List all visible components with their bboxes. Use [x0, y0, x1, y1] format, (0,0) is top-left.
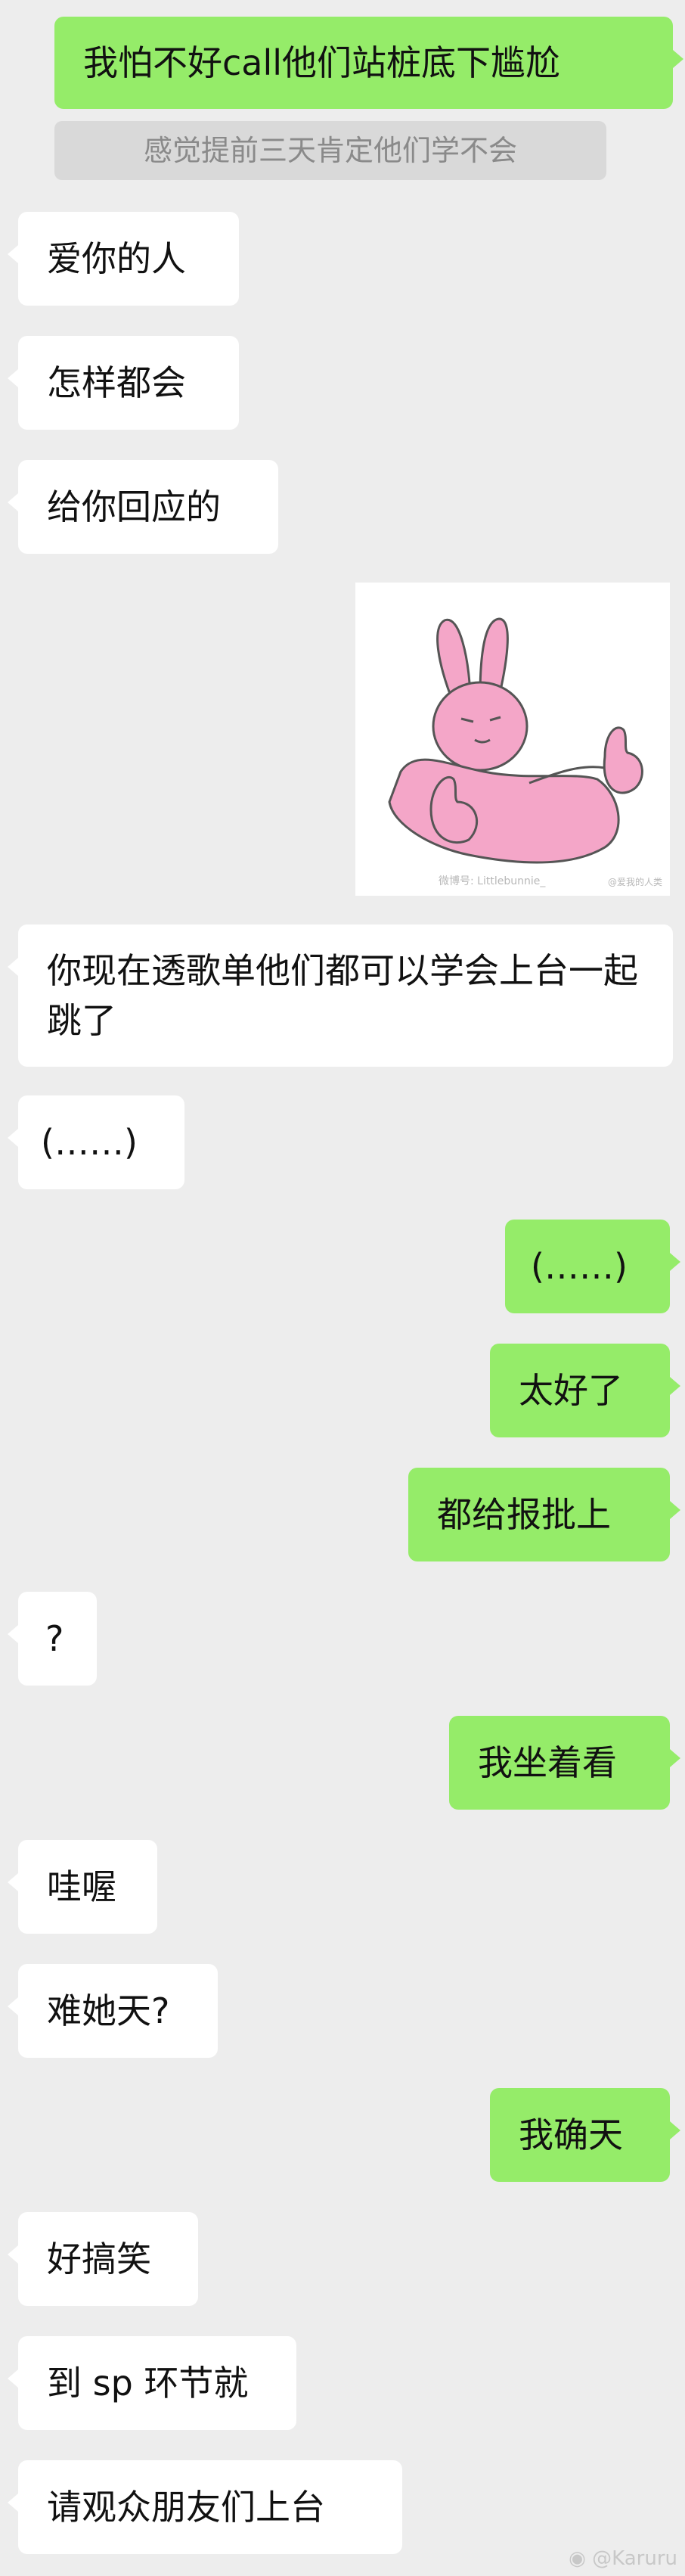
quoted-reply[interactable]: 感觉提前三天肯定他们学不会 — [54, 121, 606, 180]
incoming-message[interactable]: 给你回应的 — [8, 460, 278, 554]
incoming-message[interactable]: 哇喔 — [8, 1840, 157, 1934]
outgoing-message[interactable]: (……) — [505, 1220, 680, 1313]
incoming-message[interactable]: 难她天? — [8, 1964, 218, 2058]
pink-rabbit-thumbs-up-icon — [388, 617, 643, 864]
outgoing-message[interactable]: 我怕不好call他们站桩底下尴尬 — [54, 17, 683, 109]
incoming-message[interactable]: 请观众朋友们上台 — [8, 2460, 402, 2554]
sticker-watermark: 微博号: Littlebunnie_ — [439, 875, 546, 887]
sticker-watermark-small: @爱我的人类 — [607, 877, 662, 887]
incoming-message[interactable]: 怎样都会 — [8, 336, 239, 430]
weibo-watermark: ◉ @Karuru — [569, 2547, 677, 2570]
weibo-handle: @Karuru — [592, 2547, 677, 2570]
incoming-message[interactable]: (……) — [8, 1095, 184, 1189]
outgoing-message[interactable]: 我坐着看 — [449, 1716, 680, 1810]
incoming-message[interactable]: 好搞笑 — [8, 2212, 198, 2306]
incoming-message[interactable]: 到 sp 环节就 — [8, 2336, 296, 2430]
incoming-message[interactable]: 你现在透歌单他们都可以学会上台一起跳了 — [8, 924, 673, 1067]
outgoing-message[interactable]: 都给报批上 — [408, 1468, 680, 1561]
sticker-image[interactable]: 微博号: Littlebunnie_ @爱我的人类 — [355, 583, 670, 896]
incoming-message[interactable]: ? — [8, 1592, 97, 1686]
outgoing-message[interactable]: 太好了 — [490, 1344, 680, 1437]
weibo-logo-icon: ◉ — [569, 2547, 586, 2570]
incoming-message[interactable]: 爱你的人 — [8, 212, 239, 306]
outgoing-message[interactable]: 我确天 — [490, 2088, 680, 2182]
